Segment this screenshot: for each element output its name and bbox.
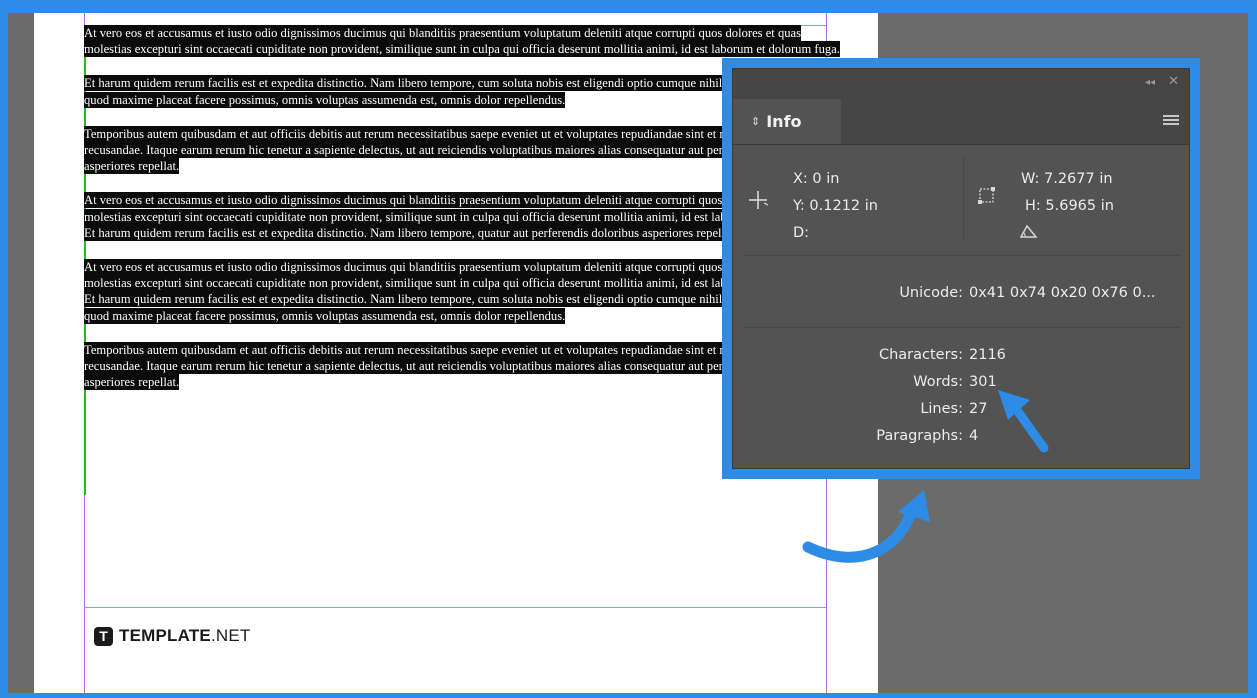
tab-info-label: Info [766,112,802,131]
unicode-label: Unicode: [899,285,963,301]
tab-info[interactable]: ⇕ Info [733,99,841,144]
crosshair-icon [749,191,769,209]
height-value: H: 5.6965 in [1025,198,1114,214]
section-divider [743,327,1181,328]
angle-icon [1019,224,1038,238]
section-divider [743,255,1181,256]
logo-rest: .NET [210,626,251,645]
logo-text: TEMPLATE.NET [119,626,250,646]
selected-text: Temporibus autem quibusdam et aut offici… [84,125,815,175]
lines-value: 27 [969,401,988,417]
collapse-icon[interactable]: ◂◂ [1145,77,1155,88]
words-label: Words: [913,374,963,390]
section-divider [963,157,964,239]
panel-tab-row: ⇕ Info [733,99,1189,145]
dimensions-icon [978,187,995,204]
panel-titlebar[interactable]: ◂◂ ✕ [733,69,1189,99]
characters-label: Characters: [878,347,963,363]
width-value: W: 7.2677 in [1021,171,1113,187]
template-logo: T TEMPLATE.NET [94,626,250,646]
paragraphs-label: Paragraphs: [876,428,963,444]
x-coordinate: X: 0 in [793,171,840,187]
characters-value: 2116 [969,347,1006,363]
selected-text: Temporibus autem quibusdam et aut offici… [84,341,815,391]
selected-text: Et harum quidem rerum facilis est et exp… [84,75,833,108]
paragraph: At vero eos et accusamus et iusto odio d… [84,25,844,58]
logo-bold: TEMPLATE [119,626,211,645]
y-coordinate: Y: 0.1212 in [793,198,878,214]
app-canvas: At vero eos et accusamus et iusto odio d… [8,13,1248,693]
lines-label: Lines: [920,401,963,417]
sort-arrows-icon: ⇕ [751,115,761,128]
distance-value: D: [793,225,810,241]
close-icon[interactable]: ✕ [1168,74,1179,89]
words-value: 301 [969,374,997,390]
info-panel[interactable]: ◂◂ ✕ ⇕ Info X: 0 in Y: 0.1212 in D: W: 7… [732,68,1190,469]
selected-text: At vero eos et accusamus et iusto odio d… [84,25,840,58]
panel-menu-icon[interactable] [1163,115,1179,126]
margin-guide-bottom [84,607,826,608]
paragraphs-value: 4 [969,428,979,444]
logo-mark: T [94,626,113,646]
info-panel-highlight: ◂◂ ✕ ⇕ Info X: 0 in Y: 0.1212 in D: W: 7… [722,58,1200,479]
unicode-value: 0x41 0x74 0x20 0x76 0... [969,285,1156,301]
